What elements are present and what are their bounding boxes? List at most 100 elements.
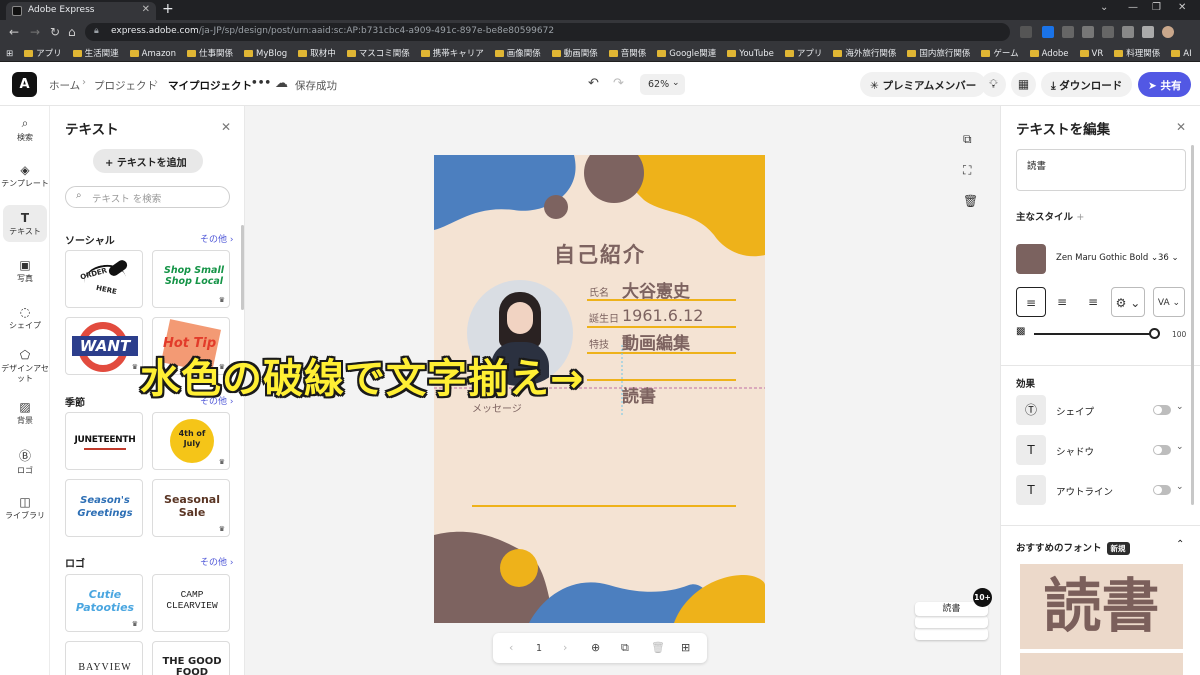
bookmark-item[interactable]: 生活関連 xyxy=(67,44,124,59)
rail-item-search[interactable]: ⌕ 検索 xyxy=(0,116,50,143)
bookmark-item[interactable]: ゲーム xyxy=(975,44,1023,59)
bookmark-item[interactable]: 国内旅行関係 xyxy=(901,44,975,59)
align-right-button[interactable]: ≡ xyxy=(1078,287,1108,317)
text-template-seasons-greetings[interactable]: Season's Greetings xyxy=(65,479,143,537)
bookmark-item[interactable]: 海外旅行関係 xyxy=(827,44,901,59)
bookmark-item[interactable]: MyBlog xyxy=(238,46,292,59)
chevron-down-icon[interactable]: ⌄ xyxy=(1176,442,1184,452)
close-tab-icon[interactable]: ✕ xyxy=(142,4,150,15)
outline-toggle[interactable] xyxy=(1153,485,1171,495)
extension-icon[interactable] xyxy=(1082,26,1094,38)
next-page-icon[interactable]: › xyxy=(563,641,567,654)
duplicate-icon[interactable]: ⧉ xyxy=(963,132,972,147)
grid-view-icon[interactable]: ⊞ xyxy=(681,641,690,654)
align-center-button[interactable]: ≡ xyxy=(1047,287,1077,317)
add-text-button[interactable]: + テキストを追加 xyxy=(93,149,203,173)
shadow-toggle[interactable] xyxy=(1153,445,1171,455)
text-search-input[interactable]: ⌕ テキスト を検索 xyxy=(65,186,230,208)
effect-outline-row[interactable]: T アウトライン ⌄ xyxy=(1016,475,1186,507)
chevron-down-icon[interactable]: ⌄ xyxy=(1176,402,1184,412)
bookmark-item[interactable]: マスコミ関係 xyxy=(341,44,415,59)
bookmark-item[interactable]: Amazon xyxy=(124,46,181,59)
schedule-button[interactable]: ▦ xyxy=(1011,72,1036,97)
text-template-juneteenth[interactable]: JUNETEENTH xyxy=(65,412,143,470)
selected-text-element[interactable]: 読書 xyxy=(622,382,656,407)
maximize-icon[interactable]: ❐ xyxy=(1152,2,1161,13)
text-template-bayview[interactable]: BAYVIEW xyxy=(65,641,143,675)
bookmark-item[interactable]: 仕事関係 xyxy=(181,44,238,59)
adobe-express-logo[interactable]: A xyxy=(12,72,37,97)
home-icon[interactable]: ⌂ xyxy=(68,25,76,39)
close-icon[interactable]: ✕ xyxy=(1176,120,1186,134)
shape-toggle[interactable] xyxy=(1153,405,1171,415)
bookmark-item[interactable]: アプリ xyxy=(779,44,828,59)
opacity-slider-handle[interactable] xyxy=(1149,328,1160,339)
reload-icon[interactable]: ↻ xyxy=(50,25,60,39)
profile-avatar[interactable] xyxy=(1162,26,1174,38)
field-label-name[interactable]: 氏名 xyxy=(589,284,609,299)
tab-search-icon[interactable]: ⌄ xyxy=(1100,2,1108,13)
zoom-select[interactable]: 62% ⌄ xyxy=(640,74,685,95)
opacity-slider-track[interactable] xyxy=(1034,333,1156,335)
text-panel-scrollbar[interactable] xyxy=(241,225,244,310)
bookmark-item[interactable]: AI xyxy=(1165,46,1196,59)
breadcrumb-current[interactable]: マイプロジェクト xyxy=(168,78,252,93)
text-template-4th-of-july[interactable]: 4th of July ♛ xyxy=(152,412,230,470)
bookmark-item[interactable]: 音関係 xyxy=(603,44,652,59)
add-style-icon[interactable]: + xyxy=(1076,212,1084,223)
text-template-cutie-patooties[interactable]: Cutie Patooties ♛ xyxy=(65,574,143,632)
apps-grid-icon[interactable]: ⊞ xyxy=(0,46,18,59)
text-template-shop-small[interactable]: Shop Small Shop Local ♛ xyxy=(152,250,230,308)
extension-icon[interactable] xyxy=(1062,26,1074,38)
download-button[interactable]: ⤓ ダウンロード xyxy=(1041,72,1133,97)
chevron-up-icon[interactable]: ⌃ xyxy=(1176,539,1184,550)
bookmark-item[interactable]: 取材中 xyxy=(292,44,341,59)
effect-shape-row[interactable]: Ⓣ シェイプ ⌄ xyxy=(1016,395,1186,427)
rail-item-logo[interactable]: Ⓑ ロゴ xyxy=(0,447,50,476)
browser-tab[interactable]: Adobe Express ✕ xyxy=(6,2,156,20)
hide-element-icon[interactable]: ⛶ xyxy=(963,163,971,178)
text-template-order-here[interactable]: ORDER HERE xyxy=(65,250,143,308)
close-icon[interactable]: ✕ xyxy=(221,120,231,134)
effect-shadow-row[interactable]: T シャドウ ⌄ xyxy=(1016,435,1186,467)
text-color-swatch[interactable] xyxy=(1016,244,1046,274)
undo-icon[interactable]: ↶ xyxy=(588,76,599,91)
breadcrumb-home[interactable]: ホーム xyxy=(49,78,80,93)
bookmark-item[interactable]: Adobe xyxy=(1024,46,1074,59)
design-title[interactable]: 自己紹介 xyxy=(554,239,646,269)
extension-icon[interactable] xyxy=(1102,26,1114,38)
chevron-down-icon[interactable]: ⌄ xyxy=(1176,482,1184,492)
edit-panel-scrollbar[interactable] xyxy=(1191,145,1194,505)
rail-item-background[interactable]: ▨ 背景 xyxy=(0,400,50,426)
field-label-skill[interactable]: 特技 xyxy=(589,336,609,351)
rail-item-template[interactable]: ◈ テンプレート xyxy=(0,163,50,189)
redo-icon[interactable]: ↷ xyxy=(613,76,624,91)
rail-item-design-asset[interactable]: ⬠ デザインアセット xyxy=(0,348,50,384)
bookmark-item[interactable]: 動画関係 xyxy=(546,44,603,59)
font-family-select[interactable]: Zen Maru Gothic Bold ⌄ xyxy=(1056,253,1158,263)
bookmark-item[interactable]: 料理関係 xyxy=(1108,44,1165,59)
breadcrumb-projects[interactable]: プロジェクト xyxy=(94,78,157,93)
logo-more-link[interactable]: その他 › xyxy=(200,555,233,568)
bookmark-item[interactable]: 画像関係 xyxy=(489,44,546,59)
bookmark-item[interactable]: 携帯キャリア xyxy=(415,44,489,59)
bookmark-item[interactable]: VR xyxy=(1074,46,1109,59)
minimize-icon[interactable]: — xyxy=(1128,2,1138,13)
trash-icon[interactable]: 🗑︎ xyxy=(963,194,978,208)
extension-icon[interactable] xyxy=(1042,26,1054,38)
text-edit-field[interactable]: 読書 xyxy=(1016,149,1186,191)
text-template-want[interactable]: WANT ♛ xyxy=(65,317,143,375)
font-size-select[interactable]: 36 ⌄ xyxy=(1158,253,1179,263)
url-field[interactable]: 🔒︎ express.adobe.com/ja-JP/sp/design/pos… xyxy=(85,23,1010,41)
forward-icon[interactable]: → xyxy=(30,25,40,39)
delete-page-icon[interactable]: 🗑︎ xyxy=(651,641,665,654)
bookmark-item[interactable]: アプリ xyxy=(18,44,67,59)
field-label-birthday[interactable]: 誕生日 xyxy=(589,310,619,325)
field-value-birthday[interactable]: 1961.6.12 xyxy=(622,306,703,325)
add-page-icon[interactable]: ⊕ xyxy=(591,641,600,654)
puzzle-icon[interactable] xyxy=(1122,26,1134,38)
font-preview-card[interactable] xyxy=(1020,653,1183,675)
text-template-good-food[interactable]: THE GOOD FOOD xyxy=(152,641,230,675)
text-template-camp-clearview[interactable]: CAMP CLEARVIEW xyxy=(152,574,230,632)
new-tab-icon[interactable]: + xyxy=(162,1,174,17)
